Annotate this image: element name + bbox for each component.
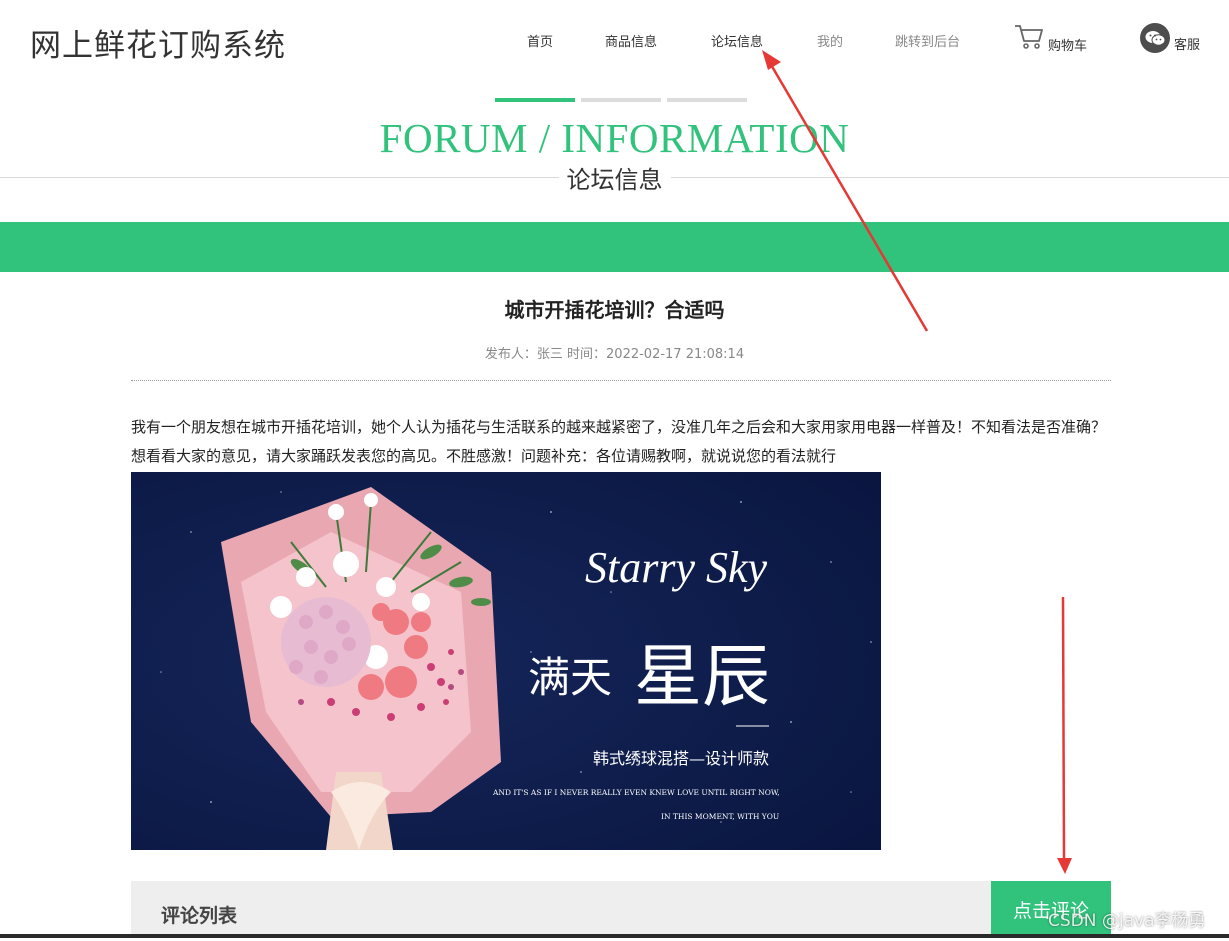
post-divider xyxy=(131,380,1111,381)
indicator-active xyxy=(495,98,575,102)
banner-subtitle: 韩式绣球混搭—设计师款 xyxy=(593,749,769,768)
banner-headline-large: 星辰 xyxy=(634,639,770,715)
comment-list-bar xyxy=(131,881,991,938)
post-body: 我有一个朋友想在城市开插花培训，她个人认为插花与生活联系的越来越紧密了，没准几年… xyxy=(131,418,1107,465)
comment-list-label: 评论列表 xyxy=(161,905,238,927)
nav-forum[interactable]: 论坛信息 xyxy=(711,31,763,50)
indicator-inactive xyxy=(667,98,747,102)
green-banner-strip xyxy=(0,222,1229,272)
banner-headline-small: 满天 xyxy=(528,656,612,702)
section-title-cn: 论坛信息 xyxy=(558,166,671,194)
nav-home[interactable]: 首页 xyxy=(527,31,553,50)
nav-mine[interactable]: 我的 xyxy=(817,31,843,50)
bottom-edge xyxy=(0,934,1229,938)
annotation-arrow-comment xyxy=(1061,596,1066,859)
cart-label: 购物车 xyxy=(1048,39,1088,54)
top-header: 网上鲜花订购系统 首页 商品信息 论坛信息 我的 跳转到后台 购物车 客服 xyxy=(0,0,1229,80)
section-title-cn-wrapper: 论坛信息 xyxy=(0,160,1229,195)
nav-products[interactable]: 商品信息 xyxy=(605,31,657,50)
indicator-inactive xyxy=(581,98,661,102)
post-image: Starry Sky 满天 星辰 韩式绣球混搭—设计师款 AND IT'S AS… xyxy=(131,472,881,850)
post-meta: 发布人：张三 时间：2022-02-17 21:08:14 xyxy=(484,347,745,362)
cart-icon xyxy=(1014,24,1044,54)
post-title: 城市开插花培训？合适吗 xyxy=(504,298,725,322)
site-logo[interactable]: 网上鲜花订购系统 xyxy=(30,20,286,65)
banner-english-line2: IN THIS MOMENT, WITH YOU xyxy=(661,812,779,821)
nav-cart[interactable]: 购物车 xyxy=(1014,24,1087,54)
section-title-en: FORUM / INFORMATION xyxy=(379,115,850,161)
annotation-arrow-forum xyxy=(768,62,929,332)
nav-backend[interactable]: 跳转到后台 xyxy=(895,31,960,50)
section-indicator xyxy=(495,98,747,102)
banner-english-line1: AND IT'S AS IF I NEVER REALLY EVEN KNEW … xyxy=(492,788,780,797)
banner-script-title: Starry Sky xyxy=(585,543,768,592)
wechat-icon xyxy=(1140,23,1170,53)
service-label: 客服 xyxy=(1174,38,1201,53)
watermark-text: CSDN @java李杨勇 xyxy=(1048,911,1206,931)
annotation-arrowhead-comment xyxy=(1057,858,1072,874)
nav-service[interactable]: 客服 xyxy=(1140,23,1200,53)
